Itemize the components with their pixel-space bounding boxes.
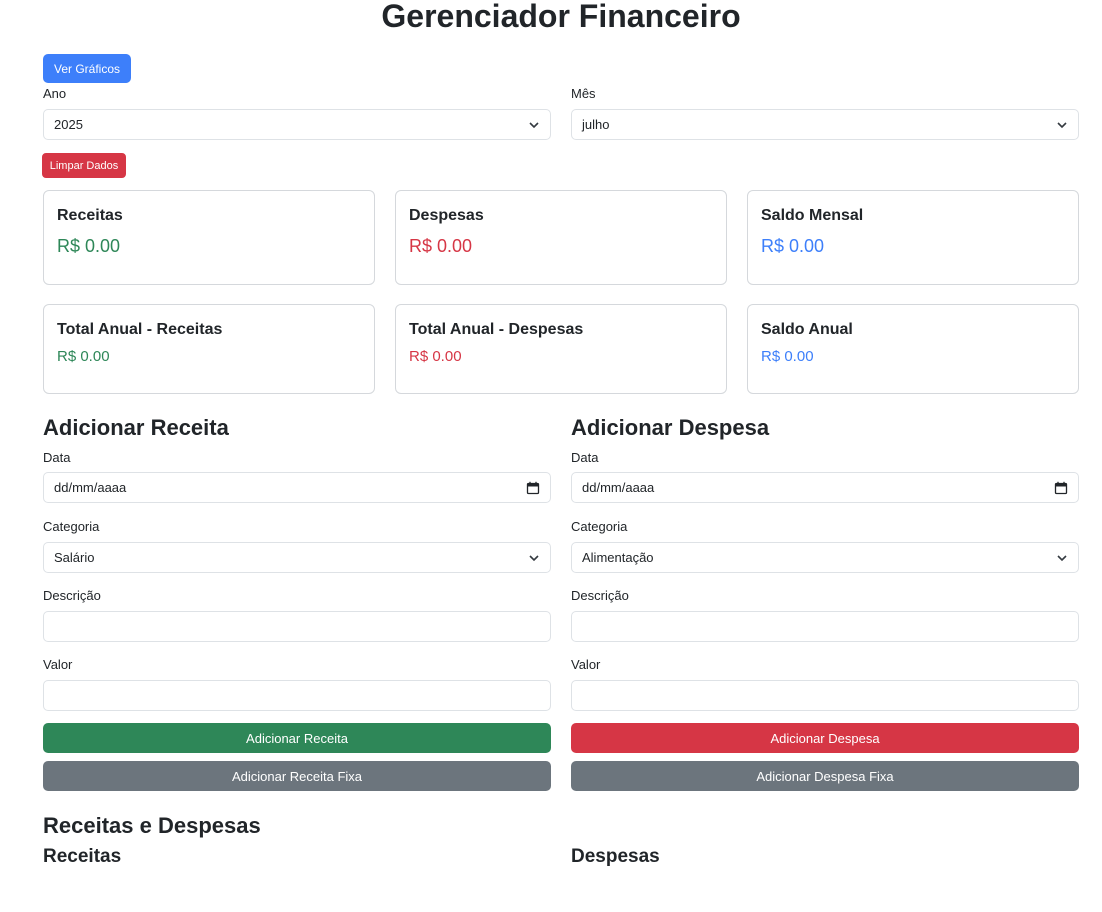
add-income-button[interactable]: Adicionar Receita — [43, 723, 551, 753]
expense-category-label: Categoria — [571, 519, 628, 534]
card-title: Receitas — [57, 207, 123, 224]
calendar-icon[interactable] — [1054, 481, 1068, 495]
calendar-icon[interactable] — [526, 481, 540, 495]
card-title: Despesas — [409, 207, 484, 224]
income-value-label: Valor — [43, 657, 73, 672]
card-title: Total Anual - Receitas — [57, 321, 223, 338]
expense-date-label: Data — [571, 450, 599, 465]
expense-category-select[interactable]: Alimentação — [571, 542, 1079, 573]
card-title: Total Anual - Despesas — [409, 321, 584, 338]
month-select-value: julho — [582, 117, 610, 132]
month-select[interactable]: julho — [571, 109, 1079, 140]
card-title: Saldo Mensal — [761, 207, 864, 224]
card-amount: R$ 0.00 — [761, 236, 825, 256]
income-description-input[interactable] — [43, 611, 551, 642]
expense-value-input[interactable] — [571, 680, 1079, 711]
expense-description-label: Descrição — [571, 588, 629, 603]
expense-category-value: Alimentação — [582, 550, 654, 565]
month-label: Mês — [571, 86, 596, 101]
monthly-income-card: Receitas R$ 0.00 — [43, 190, 375, 285]
chevron-down-icon — [1057, 554, 1067, 561]
year-select-value: 2025 — [54, 117, 83, 132]
chevron-down-icon — [529, 554, 539, 561]
expense-list-heading: Despesas — [571, 846, 660, 867]
annual-income-card: Total Anual - Receitas R$ 0.00 — [43, 304, 375, 394]
income-date-placeholder: dd/mm/aaaa — [54, 480, 127, 495]
card-title: Saldo Anual — [761, 321, 853, 338]
card-amount: R$ 0.00 — [761, 348, 814, 365]
income-date-input[interactable]: dd/mm/aaaa — [43, 472, 551, 503]
chevron-down-icon — [1057, 121, 1067, 128]
income-value-input[interactable] — [43, 680, 551, 711]
expense-form-heading: Adicionar Despesa — [571, 415, 770, 440]
card-amount: R$ 0.00 — [57, 236, 121, 256]
income-category-value: Salário — [54, 550, 95, 565]
income-category-label: Categoria — [43, 519, 100, 534]
year-label: Ano — [43, 86, 67, 101]
income-description-label: Descrição — [43, 588, 101, 603]
card-amount: R$ 0.00 — [57, 348, 110, 365]
monthly-expense-card: Despesas R$ 0.00 — [395, 190, 727, 285]
expense-date-placeholder: dd/mm/aaaa — [582, 480, 655, 495]
transactions-heading: Receitas e Despesas — [43, 813, 261, 838]
year-select[interactable]: 2025 — [43, 109, 551, 140]
income-list-heading: Receitas — [43, 846, 122, 867]
card-amount: R$ 0.00 — [409, 348, 462, 365]
add-fixed-expense-button[interactable]: Adicionar Despesa Fixa — [571, 761, 1079, 791]
income-form-heading: Adicionar Receita — [43, 415, 229, 440]
view-charts-button[interactable]: Ver Gráficos — [43, 54, 131, 83]
expense-value-label: Valor — [571, 657, 601, 672]
page-title: Gerenciador Financeiro — [381, 0, 741, 34]
expense-date-input[interactable]: dd/mm/aaaa — [571, 472, 1079, 503]
income-date-label: Data — [43, 450, 71, 465]
annual-expense-card: Total Anual - Despesas R$ 0.00 — [395, 304, 727, 394]
add-expense-button[interactable]: Adicionar Despesa — [571, 723, 1079, 753]
monthly-balance-card: Saldo Mensal R$ 0.00 — [747, 190, 1079, 285]
add-fixed-income-button[interactable]: Adicionar Receita Fixa — [43, 761, 551, 791]
chevron-down-icon — [529, 121, 539, 128]
income-category-select[interactable]: Salário — [43, 542, 551, 573]
annual-balance-card: Saldo Anual R$ 0.00 — [747, 304, 1079, 394]
expense-description-input[interactable] — [571, 611, 1079, 642]
card-amount: R$ 0.00 — [409, 236, 473, 256]
clear-data-button[interactable]: Limpar Dados — [42, 153, 126, 178]
